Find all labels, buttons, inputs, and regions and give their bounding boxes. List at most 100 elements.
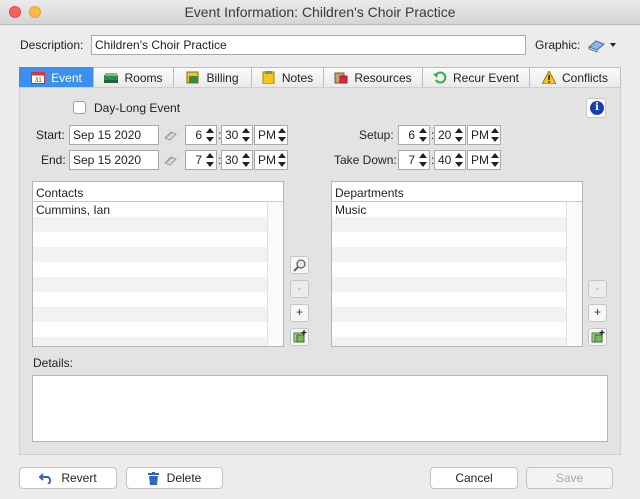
list-item-empty[interactable] <box>33 322 268 337</box>
list-item-empty[interactable] <box>332 322 567 337</box>
tab-conflicts[interactable]: Conflicts <box>529 67 621 88</box>
list-item-empty[interactable] <box>33 337 268 346</box>
description-input[interactable]: Children's Choir Practice <box>91 35 526 55</box>
setup-minute-stepper[interactable] <box>454 125 464 145</box>
remove-contact-button[interactable]: - <box>290 280 309 298</box>
list-item-empty[interactable] <box>332 262 567 277</box>
recur-icon <box>432 71 447 84</box>
list-item-empty[interactable] <box>33 292 268 307</box>
add-card-icon <box>293 330 306 343</box>
tab-event[interactable]: 31 Event <box>19 67 93 88</box>
tab-resources[interactable]: Resources <box>323 67 422 88</box>
list-item-empty[interactable] <box>33 232 268 247</box>
new-department-button[interactable] <box>588 328 607 346</box>
undo-arrow-icon <box>39 473 52 484</box>
description-label: Description: <box>20 38 84 52</box>
contacts-header: Contacts <box>33 182 283 202</box>
warning-icon <box>541 69 557 85</box>
search-contacts-button[interactable] <box>290 256 309 274</box>
end-calendar-icon[interactable] <box>163 153 177 167</box>
tab-resources-label: Resources <box>354 70 412 85</box>
takedown-label: Take Down: <box>334 153 397 167</box>
save-button[interactable]: Save <box>526 467 613 489</box>
details-textarea[interactable] <box>32 375 608 442</box>
magnifier-icon <box>292 259 306 272</box>
window-title: Event Information: Children's Choir Prac… <box>184 4 456 20</box>
setup-label: Setup: <box>359 128 394 142</box>
day-long-event-checkbox[interactable] <box>73 101 86 114</box>
details-label: Details: <box>33 356 74 370</box>
add-contact-button[interactable]: + <box>290 304 309 322</box>
start-ampm-stepper[interactable] <box>277 125 287 145</box>
list-item[interactable]: Music <box>332 202 567 217</box>
tab-conflicts-label: Conflicts <box>561 70 608 85</box>
trash-icon <box>147 471 159 485</box>
tab-billing[interactable]: Billing <box>173 67 251 88</box>
book-icon <box>588 40 616 53</box>
delete-button-label: Delete <box>166 471 202 485</box>
new-contact-button[interactable] <box>290 328 309 346</box>
chevron-down-icon <box>610 43 616 47</box>
list-item[interactable]: Cummins, Ian <box>33 202 268 217</box>
tab-rooms[interactable]: Rooms <box>93 67 173 88</box>
takedown-ampm-stepper[interactable] <box>490 150 500 170</box>
list-item-empty[interactable] <box>33 307 268 322</box>
tab-notes[interactable]: Notes <box>251 67 323 88</box>
list-item-empty[interactable] <box>332 307 567 322</box>
billing-icon <box>186 71 200 84</box>
cancel-button[interactable]: Cancel <box>430 467 518 489</box>
start-label: Start: <box>36 128 65 142</box>
graphic-popup-button[interactable] <box>587 36 619 54</box>
tab-recur-event[interactable]: Recur Event <box>422 67 529 88</box>
title-bar: Event Information: Children's Choir Prac… <box>0 0 640 25</box>
contacts-scrollbar[interactable] <box>267 202 283 346</box>
list-item-empty[interactable] <box>332 232 567 247</box>
remove-department-button[interactable]: - <box>588 280 607 298</box>
tab-billing-label: Billing <box>206 70 239 85</box>
list-item-empty[interactable] <box>33 247 268 262</box>
tab-event-label: Event <box>51 70 82 85</box>
departments-header: Departments <box>332 182 582 202</box>
takedown-minute-stepper[interactable] <box>454 150 464 170</box>
list-item-empty[interactable] <box>332 217 567 232</box>
list-item-empty[interactable] <box>332 247 567 262</box>
end-label: End: <box>41 153 66 167</box>
list-item-empty[interactable] <box>33 277 268 292</box>
end-minute-stepper[interactable] <box>241 150 251 170</box>
info-button[interactable]: i <box>586 98 606 118</box>
start-calendar-icon[interactable] <box>163 128 177 142</box>
end-ampm-stepper[interactable] <box>277 150 287 170</box>
calendar-icon: 31 <box>31 71 46 84</box>
revert-button-label: Revert <box>61 471 97 485</box>
list-item-empty[interactable] <box>33 262 268 277</box>
list-item-empty[interactable] <box>332 337 567 346</box>
start-hour-stepper[interactable] <box>205 125 215 145</box>
departments-scrollbar[interactable] <box>566 202 582 346</box>
tab-notes-label: Notes <box>281 70 314 85</box>
event-information-window: Event Information: Children's Choir Prac… <box>0 0 640 499</box>
resources-icon <box>334 71 348 84</box>
takedown-hour-stepper[interactable] <box>418 150 428 170</box>
end-date-input[interactable]: Sep 15 2020 <box>69 150 159 170</box>
notes-icon <box>262 71 276 85</box>
contacts-list[interactable]: Contacts Cummins, Ian <box>32 181 284 347</box>
delete-button[interactable]: Delete <box>126 467 223 489</box>
end-hour-stepper[interactable] <box>205 150 215 170</box>
setup-ampm-stepper[interactable] <box>490 125 500 145</box>
add-card-icon <box>591 330 604 343</box>
list-item-empty[interactable] <box>332 292 567 307</box>
tab-bar: 31 Event Rooms Billing Notes Resources R… <box>19 67 621 88</box>
setup-hour-stepper[interactable] <box>418 125 428 145</box>
list-item-empty[interactable] <box>332 277 567 292</box>
start-date-input[interactable]: Sep 15 2020 <box>69 125 159 145</box>
add-department-button[interactable]: + <box>588 304 607 322</box>
tab-recur-event-label: Recur Event <box>452 70 520 85</box>
departments-rows: Music <box>332 202 582 346</box>
departments-list[interactable]: Departments Music <box>331 181 583 347</box>
graphic-label: Graphic: <box>535 38 581 52</box>
list-item-empty[interactable] <box>33 217 268 232</box>
info-icon: i <box>590 101 604 115</box>
revert-button[interactable]: Revert <box>19 467 117 489</box>
day-long-event-label: Day-Long Event <box>94 101 181 115</box>
start-minute-stepper[interactable] <box>241 125 251 145</box>
